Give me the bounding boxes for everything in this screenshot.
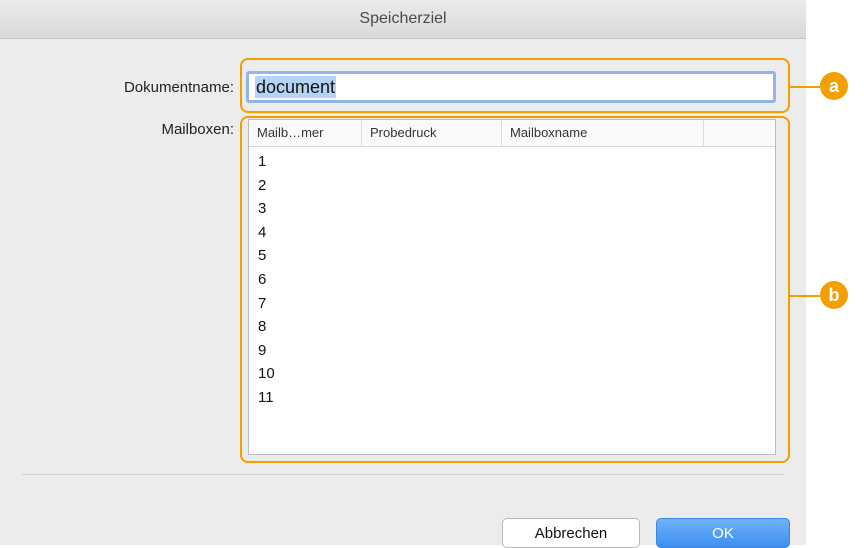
footer-divider [22, 474, 784, 475]
mailboxes-label: Mailboxen: [161, 121, 234, 138]
callout-frame-a [240, 58, 790, 113]
callout-connector-a [790, 86, 820, 88]
ok-button[interactable]: OK [656, 518, 790, 548]
dialog-title: Speicherziel [359, 10, 447, 27]
title-bar[interactable]: Speicherziel [0, 0, 806, 39]
cancel-button[interactable]: Abbrechen [502, 518, 640, 548]
callout-badge-a: a [820, 72, 848, 100]
callout-badge-b: b [820, 281, 848, 309]
callout-connector-b [790, 295, 820, 297]
document-name-label: Dokumentname: [123, 79, 234, 96]
callout-frame-b [240, 116, 790, 463]
